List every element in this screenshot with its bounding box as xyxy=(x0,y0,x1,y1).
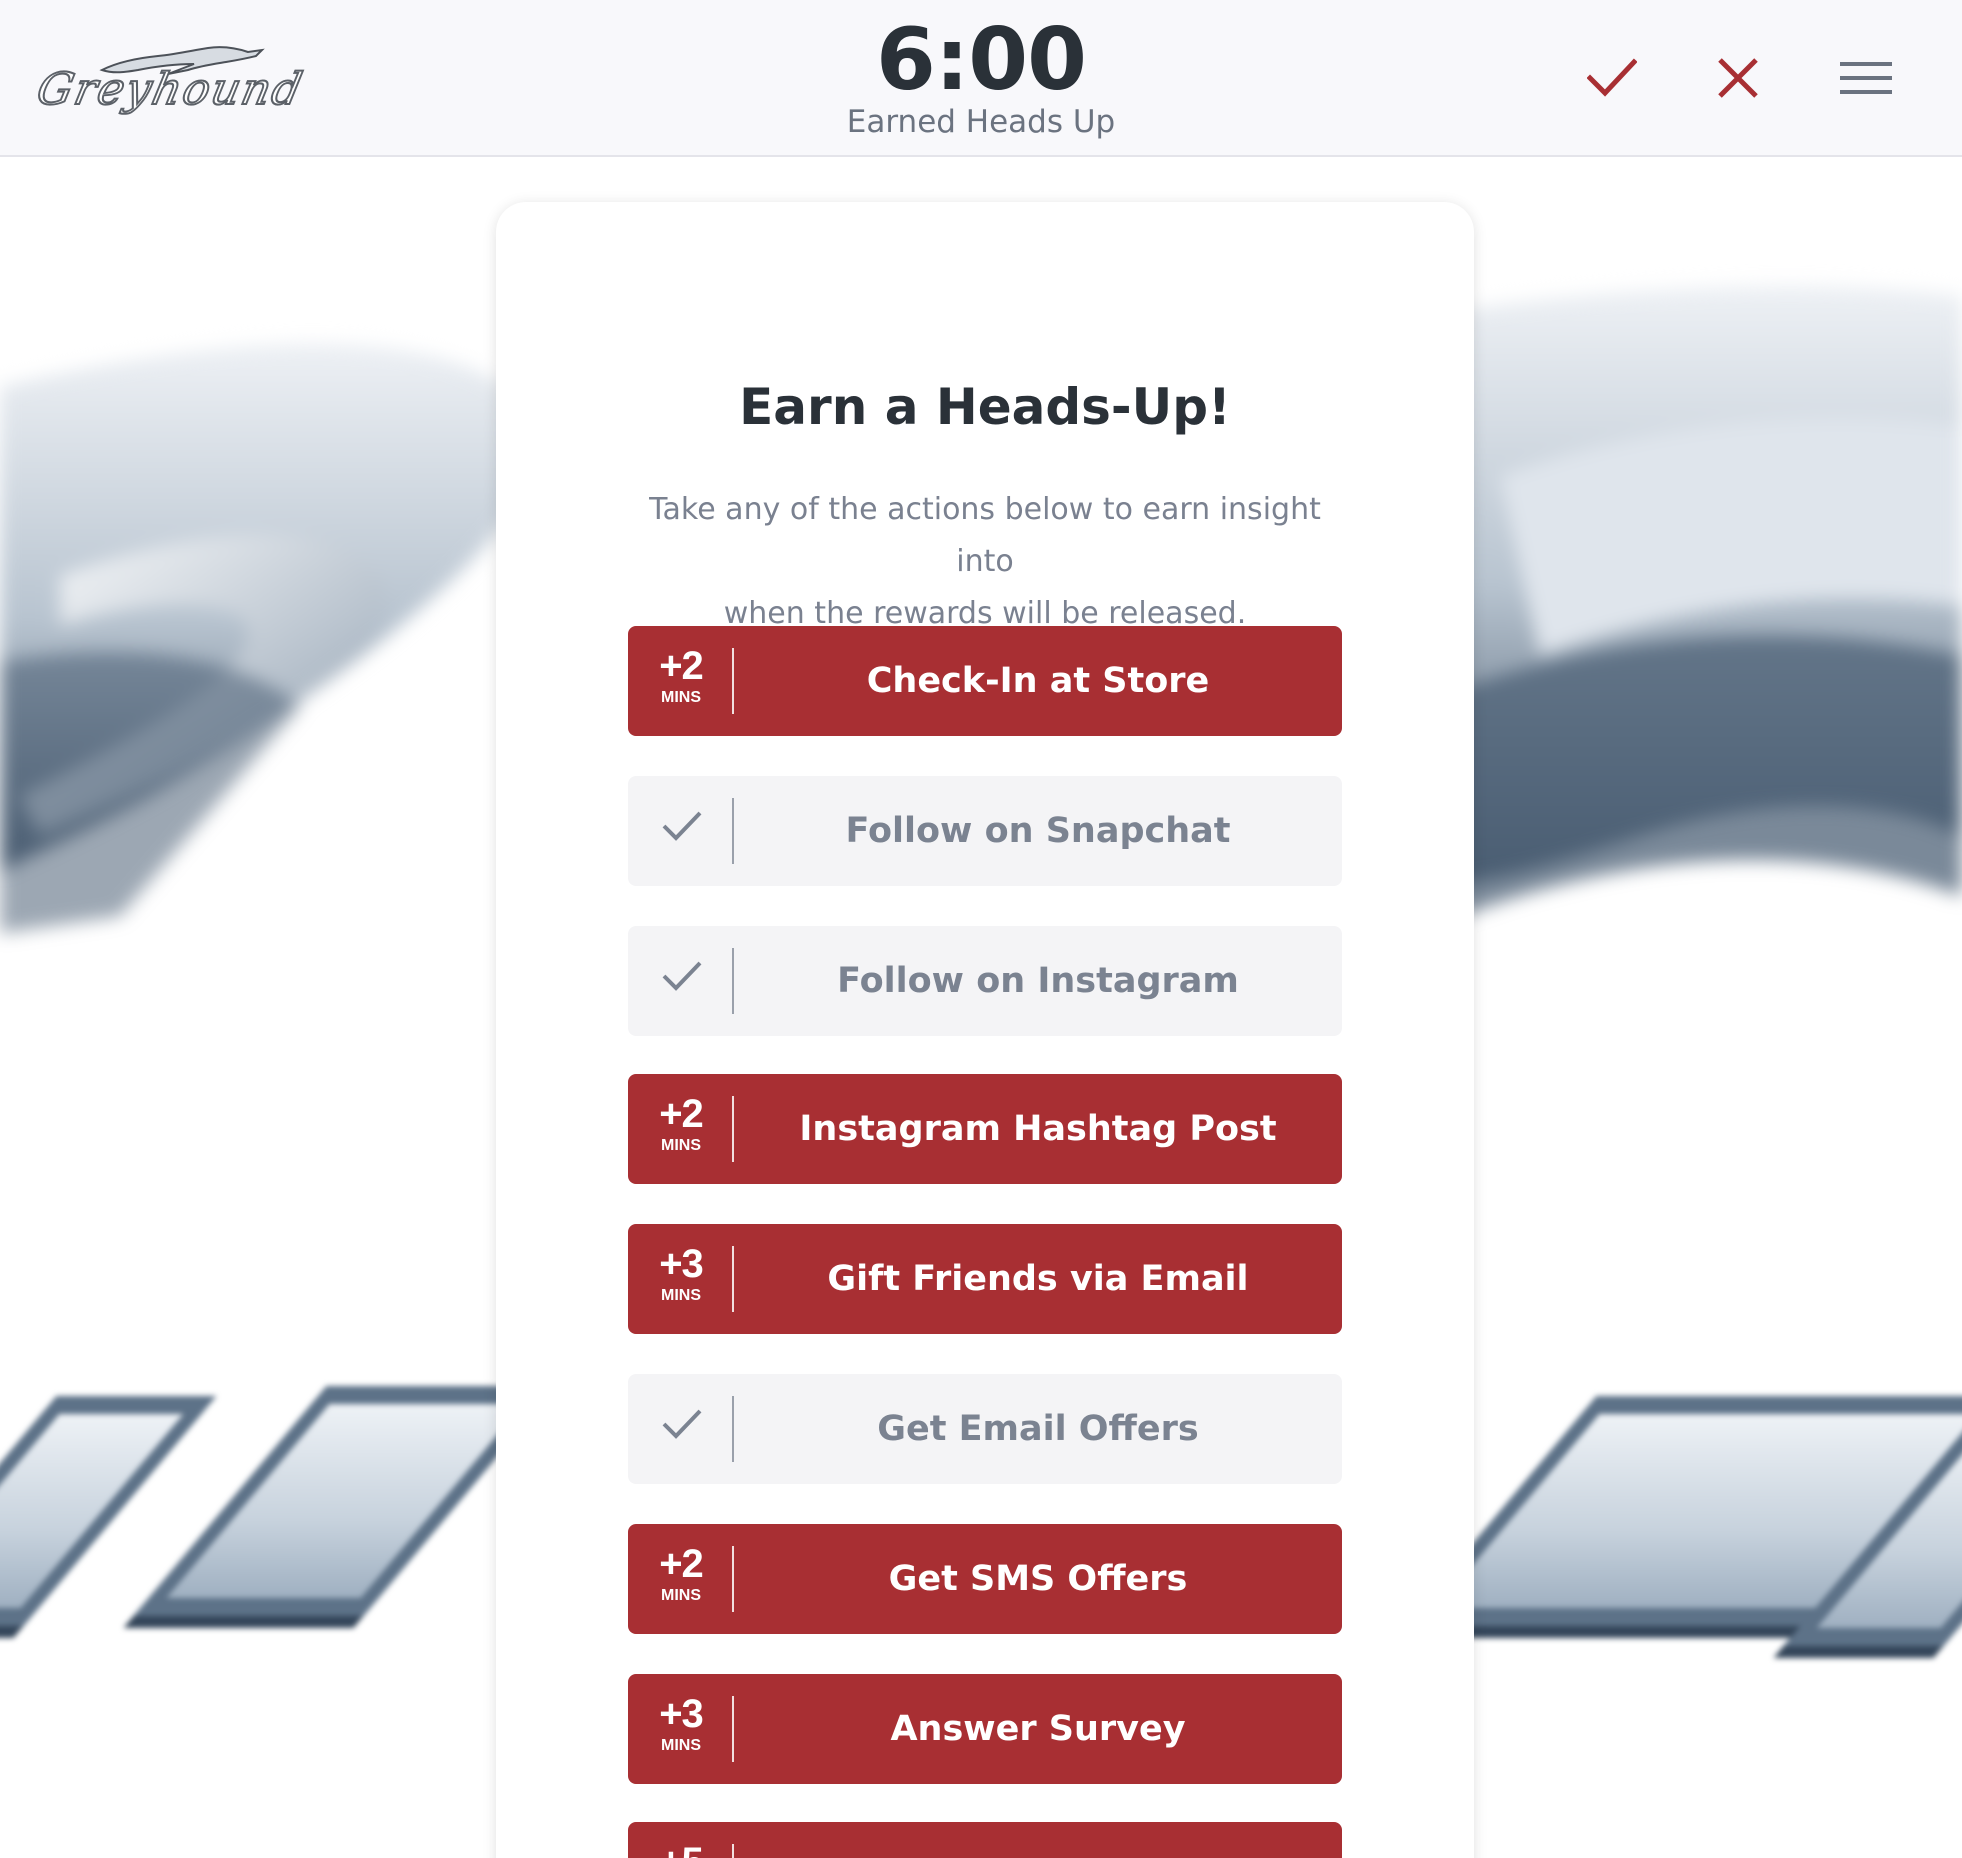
menu-button[interactable] xyxy=(1836,48,1896,108)
confirm-button[interactable] xyxy=(1582,48,1642,108)
bonus-badge: +2 MINS xyxy=(628,626,734,736)
completed-badge xyxy=(628,1374,734,1484)
card-subtitle-line: Take any of the actions below to earn in… xyxy=(649,492,1321,579)
bonus-value: +5 xyxy=(628,1842,734,1858)
bonus-value: +3 xyxy=(659,1242,704,1286)
action-label: Answer Survey xyxy=(890,1709,1186,1749)
completed-badge xyxy=(628,926,734,1036)
close-icon xyxy=(1718,58,1758,98)
checkmark-icon xyxy=(662,1409,702,1439)
action-label: Follow on Snapchat xyxy=(845,811,1231,851)
action-partial[interactable]: +5 xyxy=(628,1822,1342,1858)
checkmark-icon xyxy=(662,811,702,841)
bonus-badge: +3 MINS xyxy=(628,1674,734,1784)
action-follow-on-instagram[interactable]: Follow on Instagram xyxy=(628,926,1342,1036)
page: Greyhound 6:00 Earned Heads Up Earn a He xyxy=(0,0,1962,1858)
action-check-in-at-store[interactable]: +2 MINS Check-In at Store xyxy=(628,626,1342,736)
card-title: Earn a Heads-Up! xyxy=(739,378,1231,436)
action-label: Get SMS Offers xyxy=(888,1559,1188,1599)
timer-label: Earned Heads Up xyxy=(846,104,1116,140)
action-follow-on-snapchat[interactable]: Follow on Snapchat xyxy=(628,776,1342,886)
action-label: Get Email Offers xyxy=(877,1409,1199,1449)
bonus-badge: +5 xyxy=(628,1822,734,1858)
action-label: Instagram Hashtag Post xyxy=(799,1109,1277,1149)
action-label: Follow on Instagram xyxy=(837,961,1239,1001)
action-get-sms-offers[interactable]: +2 MINS Get SMS Offers xyxy=(628,1524,1342,1634)
bonus-badge: +3 MINS xyxy=(628,1224,734,1334)
timer-value: 6:00 xyxy=(876,10,1087,110)
bonus-value: +2 xyxy=(659,1542,704,1586)
close-button[interactable] xyxy=(1708,48,1768,108)
completed-badge xyxy=(628,776,734,886)
card-subtitle: Take any of the actions below to earn in… xyxy=(616,484,1354,640)
hamburger-menu-icon xyxy=(1840,62,1892,94)
action-label xyxy=(734,1822,1342,1858)
checkmark-icon xyxy=(1587,58,1637,97)
action-get-email-offers[interactable]: Get Email Offers xyxy=(628,1374,1342,1484)
bonus-badge: +2 MINS xyxy=(628,1524,734,1634)
bonus-value: +2 xyxy=(659,644,704,688)
checkmark-icon xyxy=(662,961,702,991)
bonus-unit: MINS xyxy=(661,1737,701,1754)
top-bar: Greyhound 6:00 Earned Heads Up xyxy=(0,0,1962,157)
action-gift-friends-via-email[interactable]: +3 MINS Gift Friends via Email xyxy=(628,1224,1342,1334)
bonus-value: +3 xyxy=(659,1692,704,1736)
bonus-unit: MINS xyxy=(661,689,701,706)
action-label: Gift Friends via Email xyxy=(827,1259,1249,1299)
heads-up-card: Earn a Heads-Up! Take any of the actions… xyxy=(496,202,1474,1858)
bonus-unit: MINS xyxy=(661,1137,701,1154)
bonus-unit: MINS xyxy=(661,1287,701,1304)
timer-display: 6:00 Earned Heads Up xyxy=(0,14,1962,140)
action-label: Check-In at Store xyxy=(866,661,1210,701)
action-instagram-hashtag-post[interactable]: +2 MINS Instagram Hashtag Post xyxy=(628,1074,1342,1184)
bonus-value: +2 xyxy=(659,1092,704,1136)
bonus-badge: +2 MINS xyxy=(628,1074,734,1184)
action-answer-survey[interactable]: +3 MINS Answer Survey xyxy=(628,1674,1342,1784)
bonus-unit: MINS xyxy=(661,1587,701,1604)
